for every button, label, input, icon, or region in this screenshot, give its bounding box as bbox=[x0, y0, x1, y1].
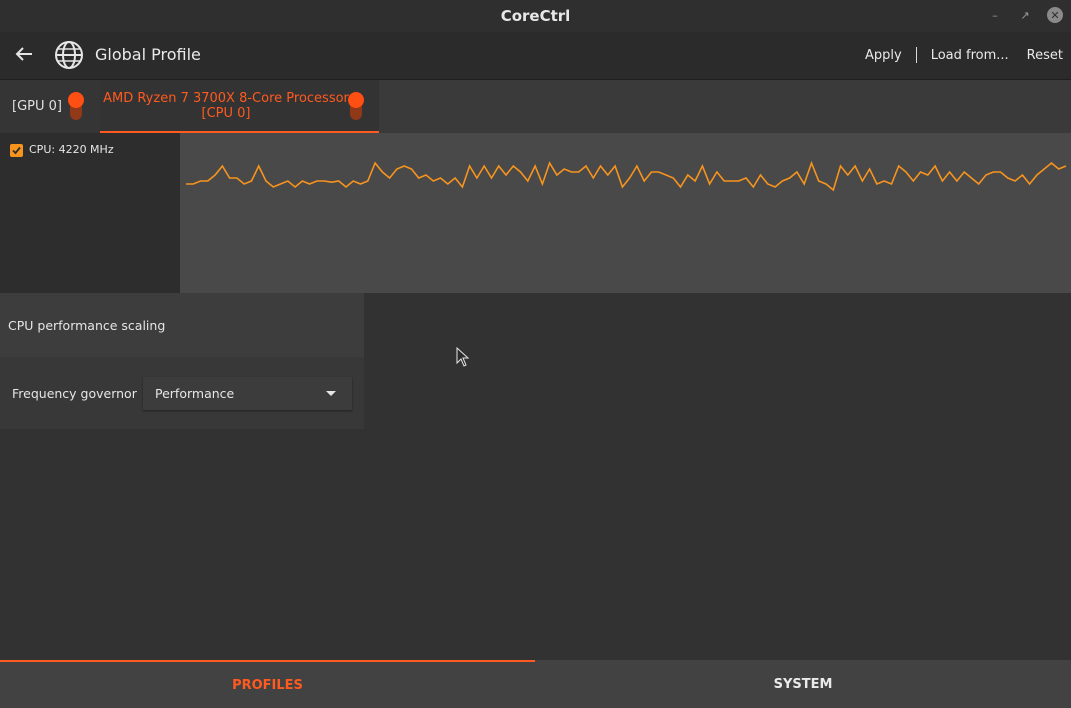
tab-label: [GPU 0] bbox=[12, 99, 62, 114]
bottom-navigation: PROFILES SYSTEM bbox=[0, 660, 1071, 708]
device-tabs: [GPU 0] AMD Ryzen 7 3700X 8-Core Process… bbox=[0, 80, 1071, 133]
cpu-frequency-line bbox=[186, 160, 1067, 192]
sensor-graph-plot bbox=[186, 160, 1067, 192]
profile-header: Global Profile Apply Load from... Reset bbox=[0, 32, 1071, 80]
cpu-active-toggle[interactable] bbox=[348, 92, 364, 120]
window-title: CoreCtrl bbox=[500, 7, 571, 25]
title-bar: CoreCtrl – ↗ ✕ bbox=[0, 0, 1071, 32]
maximize-icon[interactable]: ↗ bbox=[1017, 7, 1033, 23]
sensor-graph bbox=[180, 133, 1071, 293]
mouse-cursor-icon bbox=[456, 347, 470, 367]
globe-icon bbox=[55, 41, 83, 69]
tab-system[interactable]: SYSTEM bbox=[535, 660, 1071, 708]
governor-label: Frequency governor bbox=[12, 386, 137, 401]
check-icon bbox=[12, 146, 21, 155]
page-title: Global Profile bbox=[95, 45, 201, 64]
close-icon[interactable]: ✕ bbox=[1047, 7, 1063, 23]
cpu-scaling-panel-body: Frequency governor Performance bbox=[0, 357, 364, 429]
sensor-checkbox[interactable] bbox=[10, 144, 23, 157]
panel-title: CPU performance scaling bbox=[8, 318, 166, 333]
tab-label-line2: [CPU 0] bbox=[201, 106, 251, 121]
window-controls: – ↗ ✕ bbox=[987, 7, 1063, 23]
tab-cpu-0[interactable]: AMD Ryzen 7 3700X 8-Core Processor [CPU … bbox=[100, 80, 379, 133]
tab-gpu-0[interactable]: [GPU 0] bbox=[0, 80, 100, 133]
governor-value: Performance bbox=[155, 386, 235, 401]
cpu-scaling-panel-header: CPU performance scaling bbox=[0, 293, 364, 357]
sensor-list: CPU: 4220 MHz bbox=[0, 133, 180, 293]
tab-label-line1: AMD Ryzen 7 3700X 8-Core Processor bbox=[103, 91, 349, 106]
dropdown-caret-icon bbox=[326, 391, 336, 396]
tab-label: AMD Ryzen 7 3700X 8-Core Processor [CPU … bbox=[100, 91, 352, 121]
header-actions: Apply Load from... Reset bbox=[865, 47, 1063, 63]
load-from-button[interactable]: Load from... bbox=[931, 48, 1009, 63]
apply-button[interactable]: Apply bbox=[865, 48, 902, 63]
back-arrow-icon[interactable] bbox=[12, 42, 36, 66]
sensor-label: CPU: 4220 MHz bbox=[29, 143, 114, 156]
tab-profiles[interactable]: PROFILES bbox=[0, 660, 535, 708]
reset-button[interactable]: Reset bbox=[1027, 48, 1063, 63]
gpu-active-toggle[interactable] bbox=[68, 92, 84, 120]
action-divider bbox=[915, 47, 917, 63]
minimize-icon[interactable]: – bbox=[987, 7, 1003, 23]
governor-select[interactable]: Performance bbox=[143, 377, 352, 410]
